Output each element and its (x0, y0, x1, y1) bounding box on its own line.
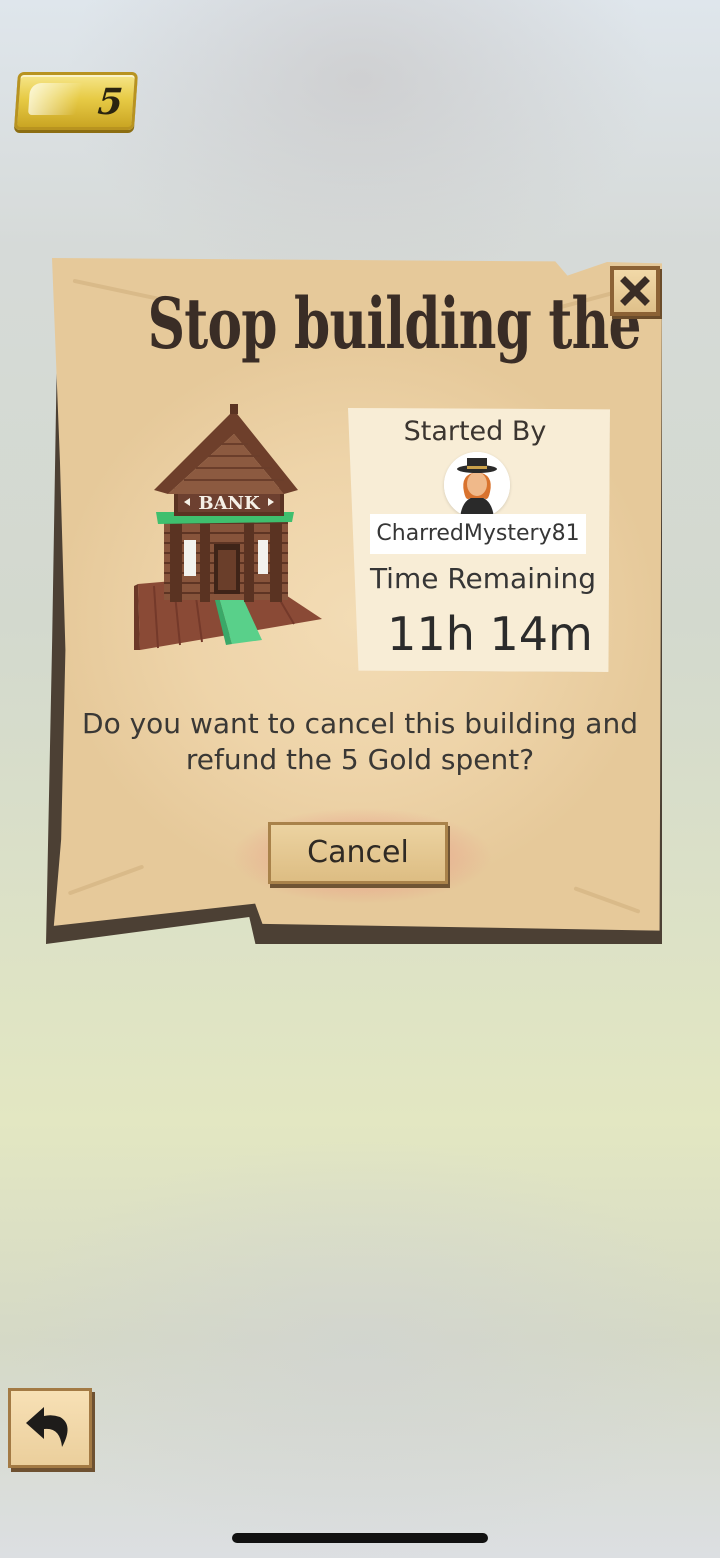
avatar-icon (444, 452, 510, 518)
bank-building-image: BANK (134, 404, 322, 650)
close-button[interactable] (610, 266, 660, 316)
bank-sign-text: BANK (198, 493, 261, 514)
back-arrow-icon (26, 1407, 68, 1447)
back-button[interactable] (8, 1388, 92, 1468)
time-remaining-value: 11h 14m (387, 607, 593, 661)
gold-count: 5 (96, 81, 125, 123)
player-avatar[interactable] (444, 452, 510, 518)
time-remaining-label: Time Remaining (369, 562, 597, 595)
cancel-message: Do you want to cancel this building and … (82, 707, 638, 776)
dialog-title: Stop building the (147, 282, 642, 365)
username-label: CharredMystery81 (370, 514, 586, 554)
started-by-label: Started By (403, 416, 547, 447)
gold-bar-icon (28, 83, 101, 115)
close-icon (620, 276, 650, 306)
gold-counter: 5 (13, 72, 139, 130)
home-indicator[interactable] (232, 1533, 488, 1543)
cancel-button[interactable]: Cancel (268, 822, 448, 884)
